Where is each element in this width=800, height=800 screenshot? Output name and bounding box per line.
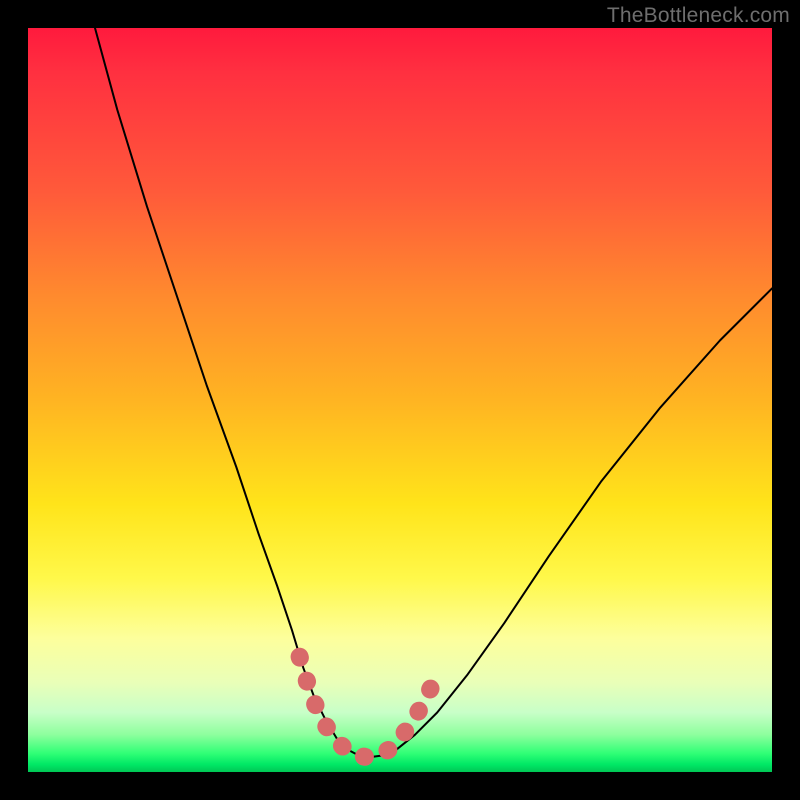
plot-area xyxy=(28,28,772,772)
highlighted-minimum-path xyxy=(300,657,434,757)
watermark-text: TheBottleneck.com xyxy=(607,4,790,28)
bottleneck-curve-path xyxy=(95,28,772,757)
chart-frame: TheBottleneck.com xyxy=(0,0,800,800)
curve-layer xyxy=(28,28,772,772)
